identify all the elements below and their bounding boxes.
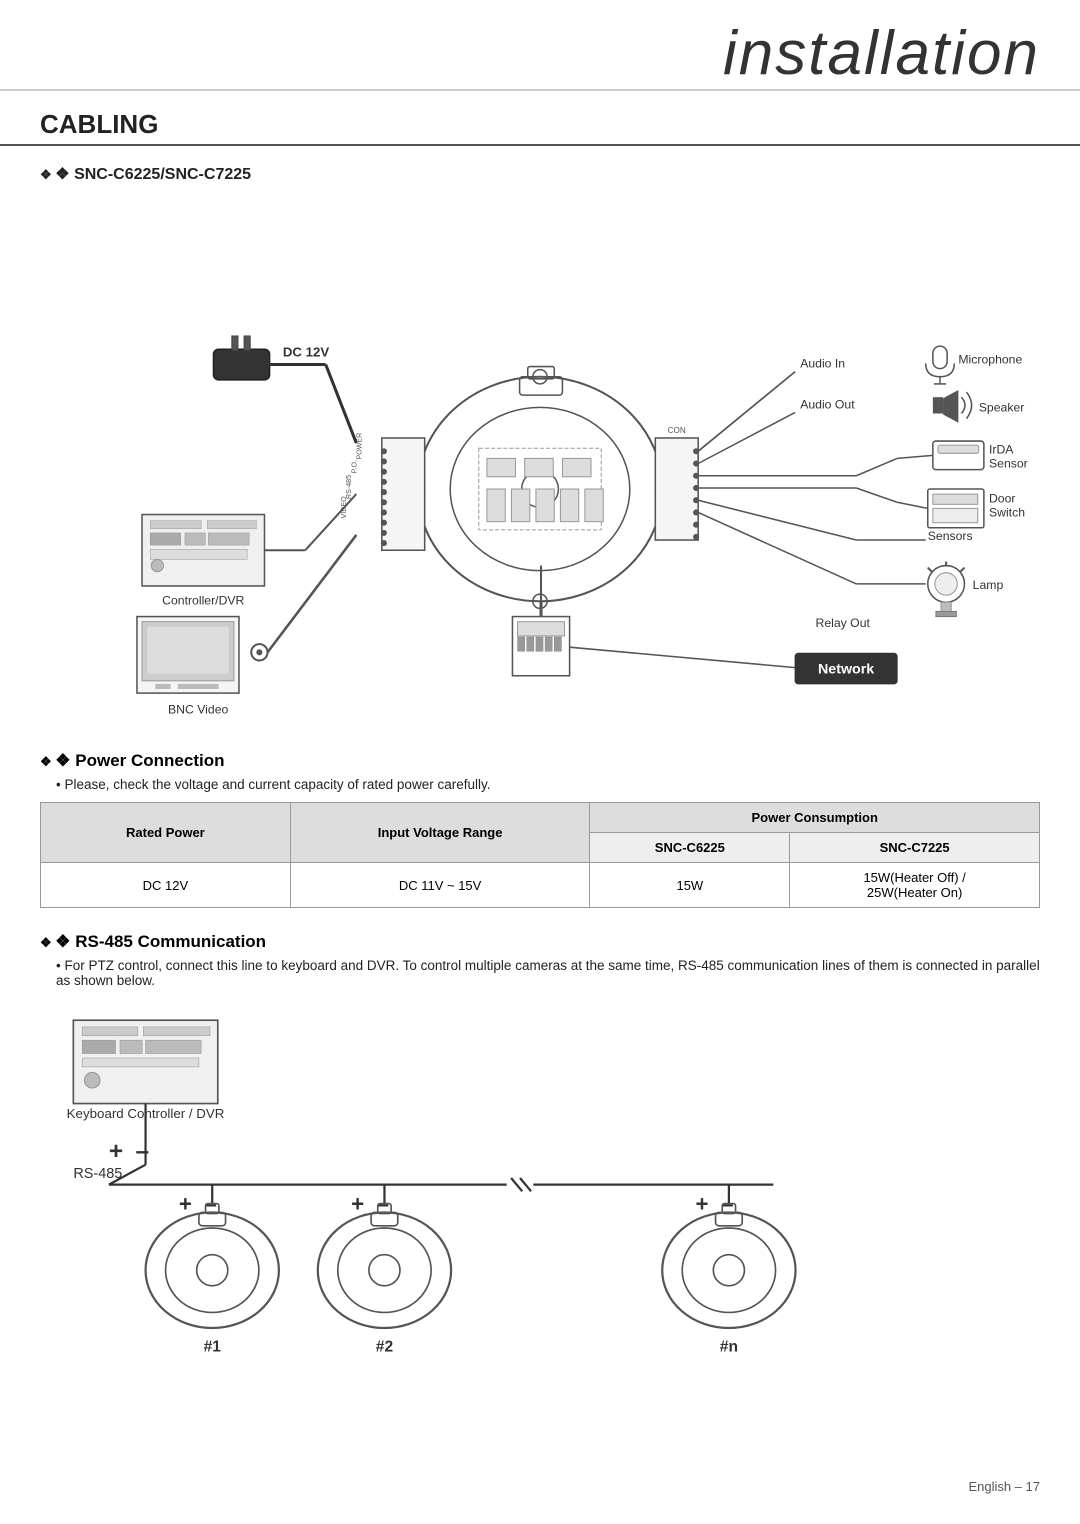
svg-text:Network: Network [818, 662, 874, 678]
table-row: DC 12V DC 11V ~ 15V 15W 15W(Heater Off) … [41, 863, 1040, 908]
table-cell-input: DC 11V ~ 15V [290, 863, 590, 908]
svg-text:Audio Out: Audio Out [800, 397, 855, 411]
power-connection-title: ❖ Power Connection [40, 751, 1040, 771]
table-header-rated: Rated Power [41, 803, 291, 863]
svg-text:Lamp: Lamp [973, 578, 1004, 592]
svg-text:P.O.: P.O. [350, 460, 358, 473]
svg-text:RS-485: RS-485 [345, 475, 353, 499]
page-title: installation [723, 19, 1040, 88]
table-cell-snc7: 15W(Heater Off) /25W(Heater On) [790, 863, 1040, 908]
svg-text:Sensors: Sensors [928, 529, 973, 543]
power-connection-bullet: Please, check the voltage and current ca… [56, 777, 1040, 792]
rs485-diagram: Keyboard Controller / DVR + – RS-485 + –… [0, 998, 1080, 1465]
svg-text:#2: #2 [376, 1338, 394, 1355]
svg-text:+: + [351, 1191, 364, 1216]
svg-text:Door: Door [989, 491, 1016, 505]
svg-text:#n: #n [720, 1338, 738, 1355]
svg-text:Sensor: Sensor [989, 457, 1028, 471]
svg-text:Audio In: Audio In [800, 357, 845, 371]
rs485-section: ❖ RS-485 Communication For PTZ control, … [0, 922, 1080, 988]
table-header-snc6225: SNC-C6225 [590, 833, 790, 863]
page-number: English – 17 [968, 1479, 1040, 1494]
table-header-snc7225: SNC-C7225 [790, 833, 1040, 863]
page-footer: English – 17 [928, 1469, 1080, 1504]
power-connection-section: ❖ Power Connection Please, check the vol… [0, 739, 1080, 908]
svg-text:CON: CON [668, 426, 686, 435]
rs485-bullet: For PTZ control, connect this line to ke… [56, 958, 1040, 988]
svg-text:+: + [109, 1138, 123, 1165]
svg-text:Speaker: Speaker [979, 400, 1025, 414]
rs485-diagram-svg: Keyboard Controller / DVR + – RS-485 + –… [40, 998, 1040, 1465]
table-header-power-consumption: Power Consumption [590, 803, 1040, 833]
svg-text:DC 12V: DC 12V [283, 344, 330, 359]
section-title: CABLING [0, 91, 1080, 146]
table-header-input: Input Voltage Range [290, 803, 590, 863]
snc-subsection-label: ❖ SNC-C6225/SNC-C7225 [0, 156, 1080, 188]
svg-text:–: – [136, 1138, 150, 1165]
table-cell-rated: DC 12V [41, 863, 291, 908]
cabling-diagram: POWER P.O. RS-485 VIDEO CON [0, 188, 1080, 739]
svg-text:#1: #1 [204, 1338, 222, 1355]
svg-text:POWER: POWER [355, 433, 363, 460]
svg-text:Controller/DVR: Controller/DVR [162, 593, 244, 607]
page-header: installation [0, 0, 1080, 91]
svg-text:Switch: Switch [989, 506, 1025, 520]
svg-text:IrDA: IrDA [989, 442, 1014, 456]
svg-text:RS-485: RS-485 [73, 1166, 122, 1182]
svg-text:Relay Out: Relay Out [816, 616, 871, 630]
svg-text:BNC Video: BNC Video [168, 703, 228, 717]
table-cell-snc6: 15W [590, 863, 790, 908]
power-table: Rated Power Input Voltage Range Power Co… [40, 802, 1040, 908]
svg-text:Microphone: Microphone [958, 353, 1022, 367]
svg-text:+: + [696, 1191, 709, 1216]
rs485-title: ❖ RS-485 Communication [40, 932, 1040, 952]
svg-text:+: + [179, 1191, 192, 1216]
cabling-diagram-svg: POWER P.O. RS-485 VIDEO CON [40, 188, 1040, 739]
